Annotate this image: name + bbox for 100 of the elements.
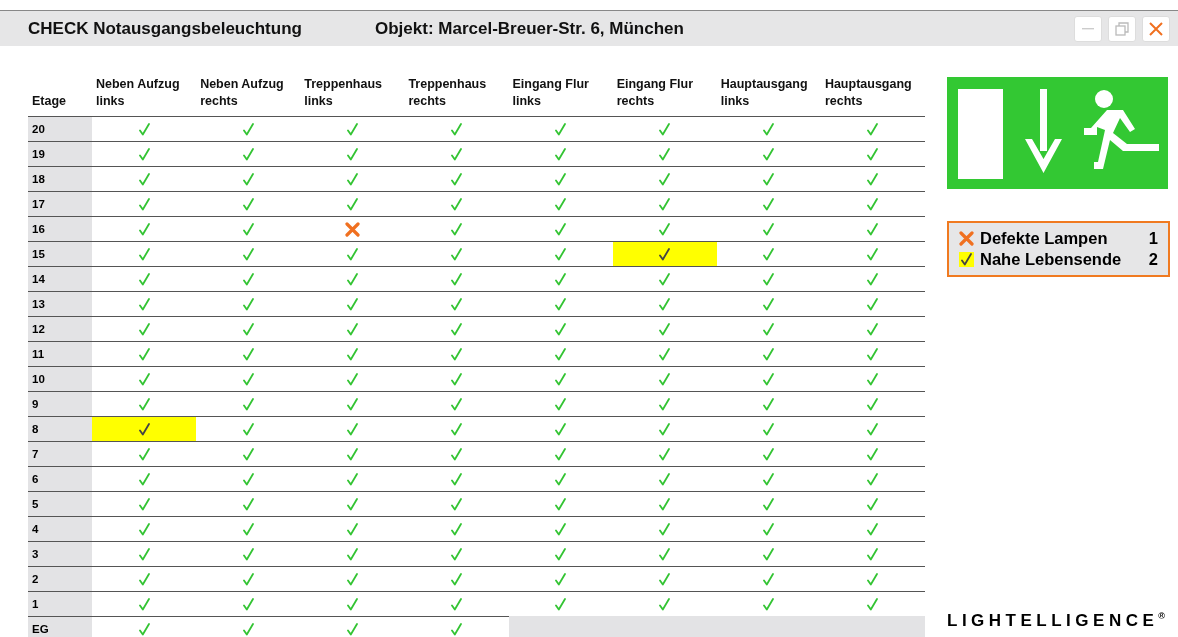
close-icon bbox=[1148, 20, 1164, 37]
check-icon bbox=[242, 323, 254, 337]
check-icon bbox=[450, 248, 462, 262]
check-icon bbox=[346, 123, 358, 137]
check-icon bbox=[138, 248, 150, 262]
brand-logo: LIGHTELLIGENCE$^{®}$ bbox=[947, 611, 1166, 631]
check-icon bbox=[450, 548, 462, 562]
check-icon bbox=[346, 523, 358, 537]
check-icon bbox=[867, 548, 879, 562]
check-icon bbox=[138, 423, 150, 437]
check-icon bbox=[450, 398, 462, 412]
check-icon bbox=[242, 248, 254, 262]
cross-icon bbox=[959, 231, 974, 246]
minimize-icon bbox=[1082, 27, 1094, 30]
floor-cell: 14 bbox=[28, 266, 92, 292]
check-icon bbox=[555, 423, 567, 437]
check-icon bbox=[346, 548, 358, 562]
check-icon bbox=[138, 348, 150, 362]
check-icon bbox=[346, 298, 358, 312]
check-icon bbox=[555, 123, 567, 137]
minimize-button[interactable] bbox=[1074, 15, 1102, 42]
check-icon bbox=[450, 523, 462, 537]
check-icon bbox=[242, 473, 254, 487]
check-icon bbox=[659, 548, 671, 562]
check-icon bbox=[346, 323, 358, 337]
check-icon bbox=[867, 598, 879, 612]
floor-cell: 16 bbox=[28, 216, 92, 242]
column-header: Eingang Flur links bbox=[508, 76, 613, 117]
check-icon bbox=[763, 373, 775, 387]
legend-label: Nahe Lebensende bbox=[980, 250, 1123, 269]
check-icon bbox=[555, 523, 567, 537]
check-icon bbox=[450, 148, 462, 162]
column-header: Eingang Flur rechts bbox=[612, 76, 717, 117]
check-icon bbox=[867, 473, 879, 487]
check-icon bbox=[867, 198, 879, 212]
check-icon bbox=[659, 398, 671, 412]
check-icon bbox=[450, 273, 462, 287]
check-icon bbox=[138, 148, 150, 162]
check-icon bbox=[346, 573, 358, 587]
check-icon bbox=[659, 273, 671, 287]
check-icon bbox=[138, 548, 150, 562]
check-icon bbox=[763, 523, 775, 537]
check-icon bbox=[138, 448, 150, 462]
check-icon bbox=[555, 273, 567, 287]
check-icon bbox=[346, 148, 358, 162]
column-header: Hauptausgang rechts bbox=[820, 76, 925, 117]
check-icon bbox=[763, 123, 775, 137]
floor-cell: 6 bbox=[28, 466, 92, 492]
check-icon bbox=[242, 123, 254, 137]
check-icon bbox=[138, 573, 150, 587]
check-icon bbox=[346, 623, 358, 637]
check-icon bbox=[867, 423, 879, 437]
check-icon bbox=[450, 423, 462, 437]
restore-icon bbox=[1114, 20, 1130, 37]
check-icon bbox=[450, 323, 462, 337]
check-icon bbox=[346, 448, 358, 462]
check-icon bbox=[867, 523, 879, 537]
check-icon bbox=[659, 223, 671, 237]
check-icon bbox=[242, 223, 254, 237]
restore-button[interactable] bbox=[1108, 15, 1136, 42]
check-icon bbox=[659, 373, 671, 387]
check-icon bbox=[763, 323, 775, 337]
check-icon bbox=[555, 573, 567, 587]
check-icon bbox=[867, 173, 879, 187]
check-icon bbox=[555, 398, 567, 412]
check-icon bbox=[763, 573, 775, 587]
check-icon bbox=[659, 598, 671, 612]
check-icon bbox=[763, 273, 775, 287]
check-icon bbox=[555, 323, 567, 337]
check-icon bbox=[867, 348, 879, 362]
floor-cell: 20 bbox=[28, 116, 92, 142]
check-icon bbox=[867, 373, 879, 387]
check-icon bbox=[555, 498, 567, 512]
floor-cell: EG bbox=[28, 616, 92, 637]
check-icon bbox=[242, 573, 254, 587]
floor-cell: 1 bbox=[28, 591, 92, 617]
check-icon bbox=[659, 173, 671, 187]
check-icon bbox=[138, 173, 150, 187]
check-icon bbox=[138, 523, 150, 537]
floor-cell: 2 bbox=[28, 566, 92, 592]
check-icon bbox=[346, 598, 358, 612]
check-icon bbox=[346, 248, 358, 262]
check-icon bbox=[138, 473, 150, 487]
check-icon bbox=[763, 423, 775, 437]
check-icon bbox=[242, 448, 254, 462]
check-icon bbox=[450, 223, 462, 237]
check-icon bbox=[138, 598, 150, 612]
check-icon bbox=[450, 573, 462, 587]
check-icon bbox=[242, 623, 254, 637]
check-icon bbox=[659, 523, 671, 537]
check-icon bbox=[555, 348, 567, 362]
close-button[interactable] bbox=[1142, 15, 1170, 42]
check-icon bbox=[346, 498, 358, 512]
check-icon bbox=[555, 298, 567, 312]
check-icon bbox=[450, 198, 462, 212]
check-icon bbox=[555, 173, 567, 187]
check-icon bbox=[867, 273, 879, 287]
check-icon bbox=[138, 323, 150, 337]
check-icon bbox=[555, 148, 567, 162]
floor-cell: 17 bbox=[28, 191, 92, 217]
